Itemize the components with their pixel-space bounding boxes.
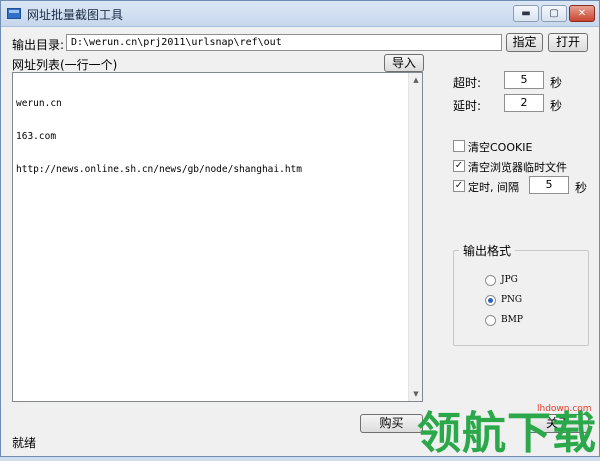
timer-interval-input[interactable]: 5 [529,176,569,194]
radio-bmp[interactable] [485,315,496,326]
maximize-button[interactable]: ▢ [541,5,567,22]
title-bar[interactable]: 网址批量截图工具 ▬ ▢ ✕ [1,1,599,27]
url-line: 163.com [16,131,57,142]
timeout-label: 超时: [453,76,482,90]
buy-button[interactable]: 购买 [360,414,423,433]
app-icon [7,8,21,19]
url-lines: werun.cn 163.com http://news.online.sh.c… [16,76,302,197]
browse-button[interactable]: 指定 [506,33,543,52]
scroll-up-icon[interactable]: ▲ [409,73,423,87]
clear-cookie-label: 清空COOKIE [468,141,533,154]
timeout-input[interactable]: 5 [504,71,544,89]
radio-bmp-label: BMP [501,315,523,325]
timer-checkbox[interactable]: ✓ [453,180,465,192]
delay-input[interactable]: 2 [504,94,544,112]
output-dir-label: 输出目录: [12,38,65,52]
radio-jpg-label: JPG [501,275,518,285]
radio-png-label: PNG [501,295,523,305]
timer-unit: 秒 [575,181,588,195]
url-line: http://news.online.sh.cn/news/gb/node/sh… [16,164,302,175]
output-format-title: 输出格式 [459,242,516,259]
url-line: werun.cn [16,98,62,109]
clear-cookie-checkbox[interactable] [453,140,465,152]
delay-unit: 秒 [550,99,563,113]
minimize-button[interactable]: ▬ [513,5,539,22]
radio-png[interactable] [485,295,496,306]
close-button[interactable]: ✕ [569,5,595,22]
clear-temp-label: 清空浏览器临时文件 [468,161,567,174]
open-button[interactable]: 打开 [548,33,588,52]
app-window: 网址批量截图工具 ▬ ▢ ✕ 输出目录: D:\werun.cn\prj2011… [0,0,600,459]
status-text: 就绪 [12,436,37,450]
url-list-label: 网址列表(一行一个) [12,58,118,72]
import-button[interactable]: 导入 [384,54,424,72]
radio-jpg[interactable] [485,275,496,286]
watermark-site: lhdown.com [537,404,592,414]
timeout-unit: 秒 [550,76,563,90]
url-list-textarea[interactable]: werun.cn 163.com http://news.online.sh.c… [12,72,423,402]
clear-temp-checkbox[interactable]: ✓ [453,160,465,172]
output-dir-input[interactable]: D:\werun.cn\prj2011\urlsnap\ref\out [66,34,502,51]
timer-label: 定时, 间隔 [468,181,519,194]
delay-label: 延时: [453,99,482,113]
vertical-scrollbar[interactable]: ▲ ▼ [408,73,422,401]
window-title: 网址批量截图工具 [27,8,124,22]
